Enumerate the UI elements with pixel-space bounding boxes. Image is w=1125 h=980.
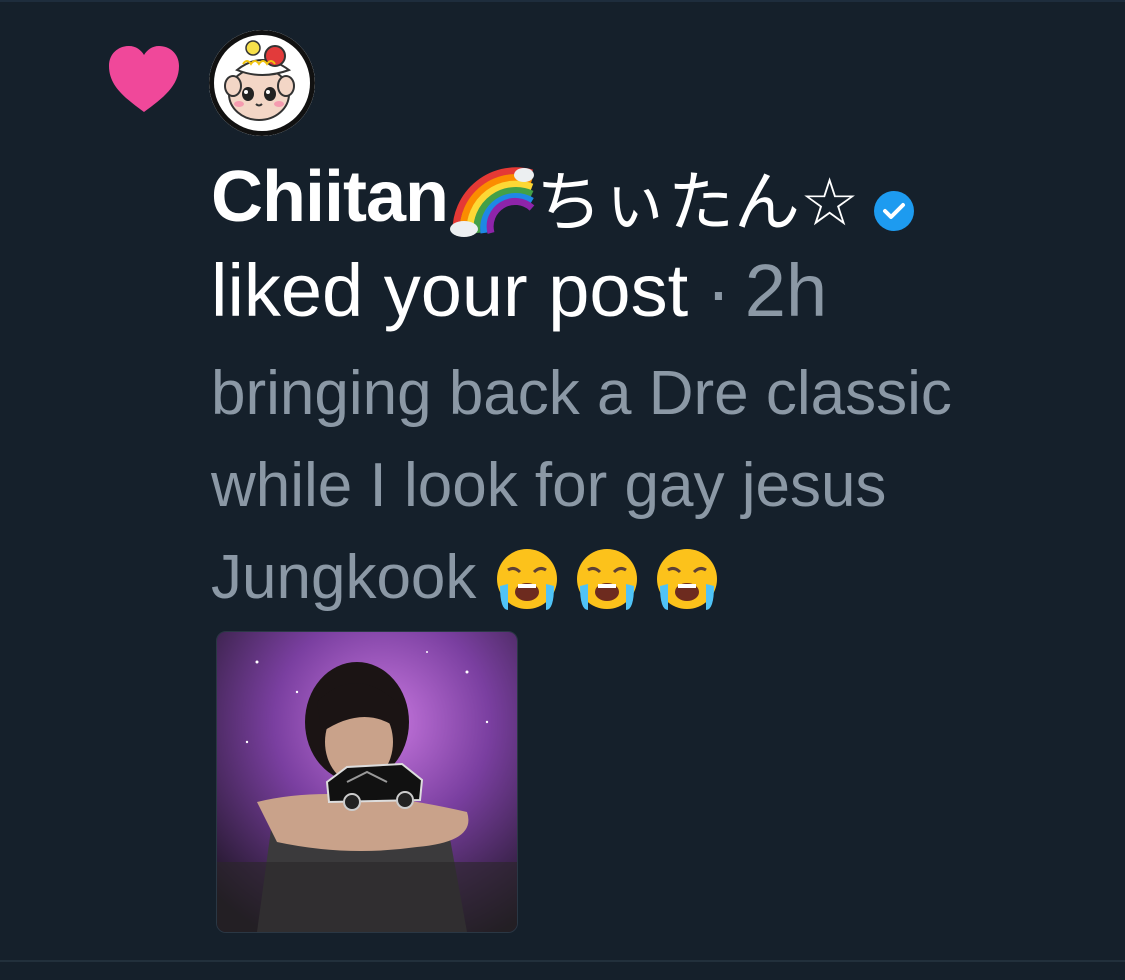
post-media-thumbnail[interactable] [216, 631, 518, 933]
loudly-crying-face-icon [577, 548, 638, 610]
verified-badge-icon [874, 191, 915, 231]
avatar[interactable] [209, 30, 315, 136]
japanese-name[interactable]: ちぃたん☆ [536, 149, 859, 245]
rainbow-icon [449, 167, 535, 237]
post-text[interactable]: bringing back a Dre classic while I look… [211, 348, 1111, 624]
action-line: liked your post · 2h [211, 246, 827, 336]
avatar-image [209, 30, 315, 136]
display-name[interactable]: Chiitan [211, 156, 449, 238]
heart-icon [109, 46, 179, 112]
divider-bottom [0, 960, 1125, 962]
post-line-1: bringing back a Dre classic [211, 359, 952, 428]
post-line-3-text: Jungkook [211, 543, 477, 612]
photo-thumbnail-icon [217, 632, 517, 932]
post-line-3: Jungkook [211, 532, 1111, 624]
action-text: liked your post [211, 249, 689, 332]
loudly-crying-face-icon [657, 548, 718, 610]
divider-top [0, 0, 1125, 2]
user-name-line[interactable]: Chiitan ちぃたん☆ [211, 152, 915, 242]
timestamp: 2h [744, 249, 828, 332]
emoji-row [494, 536, 734, 628]
like-notification[interactable]: Chiitan ちぃたん☆ liked your post · 2h bringin… [0, 0, 1125, 980]
loudly-crying-face-icon [497, 548, 558, 610]
separator-dot: · [706, 249, 731, 332]
post-line-2: while I look for gay jesus [211, 451, 887, 520]
